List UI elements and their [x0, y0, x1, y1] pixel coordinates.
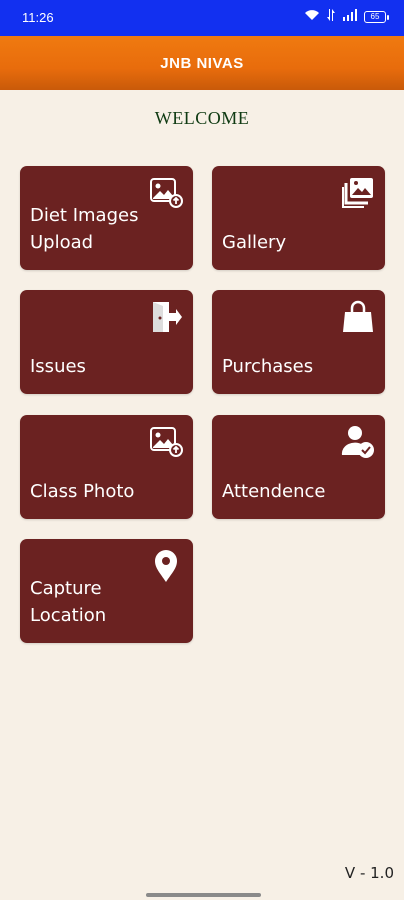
- tile-label: Gallery: [222, 232, 287, 253]
- tile-label: Diet Images Upload: [30, 205, 139, 253]
- tile-label: Attendence: [222, 481, 326, 502]
- status-bar: 11:26 65: [0, 0, 404, 36]
- app-title: JNB NIVAS: [160, 54, 244, 72]
- tile-attendence[interactable]: Attendence: [212, 415, 385, 519]
- tile-issues[interactable]: Issues: [20, 290, 193, 394]
- status-icons: 65: [304, 9, 389, 24]
- tile-capture-location[interactable]: Capture Location: [20, 539, 193, 643]
- exit-door-icon: [149, 300, 183, 334]
- welcome-text: WELCOME: [154, 108, 250, 128]
- tile-purchases[interactable]: Purchases: [212, 290, 385, 394]
- status-time: 11:26: [22, 10, 54, 25]
- shopping-bag-icon: [341, 300, 375, 334]
- tile-label: Issues: [30, 356, 86, 377]
- image-upload-icon: [149, 425, 183, 459]
- gallery-icon: [341, 176, 375, 210]
- home-indicator[interactable]: [146, 893, 261, 897]
- tile-label: Capture Location: [30, 578, 107, 626]
- tile-gallery[interactable]: Gallery: [212, 166, 385, 270]
- tile-diet-images-upload[interactable]: Diet Images Upload: [20, 166, 193, 270]
- battery-icon: 65: [364, 10, 389, 23]
- tile-label: Purchases: [222, 356, 314, 377]
- app-version: V - 1.0: [344, 864, 394, 882]
- tile-class-photo[interactable]: Class Photo: [20, 415, 193, 519]
- data-icon: [326, 9, 336, 24]
- user-check-icon: [341, 425, 375, 459]
- tile-label: Class Photo: [30, 481, 135, 502]
- app-bar: JNB NIVAS: [0, 36, 404, 90]
- wifi-icon: [304, 9, 320, 24]
- signal-icon: [342, 9, 358, 24]
